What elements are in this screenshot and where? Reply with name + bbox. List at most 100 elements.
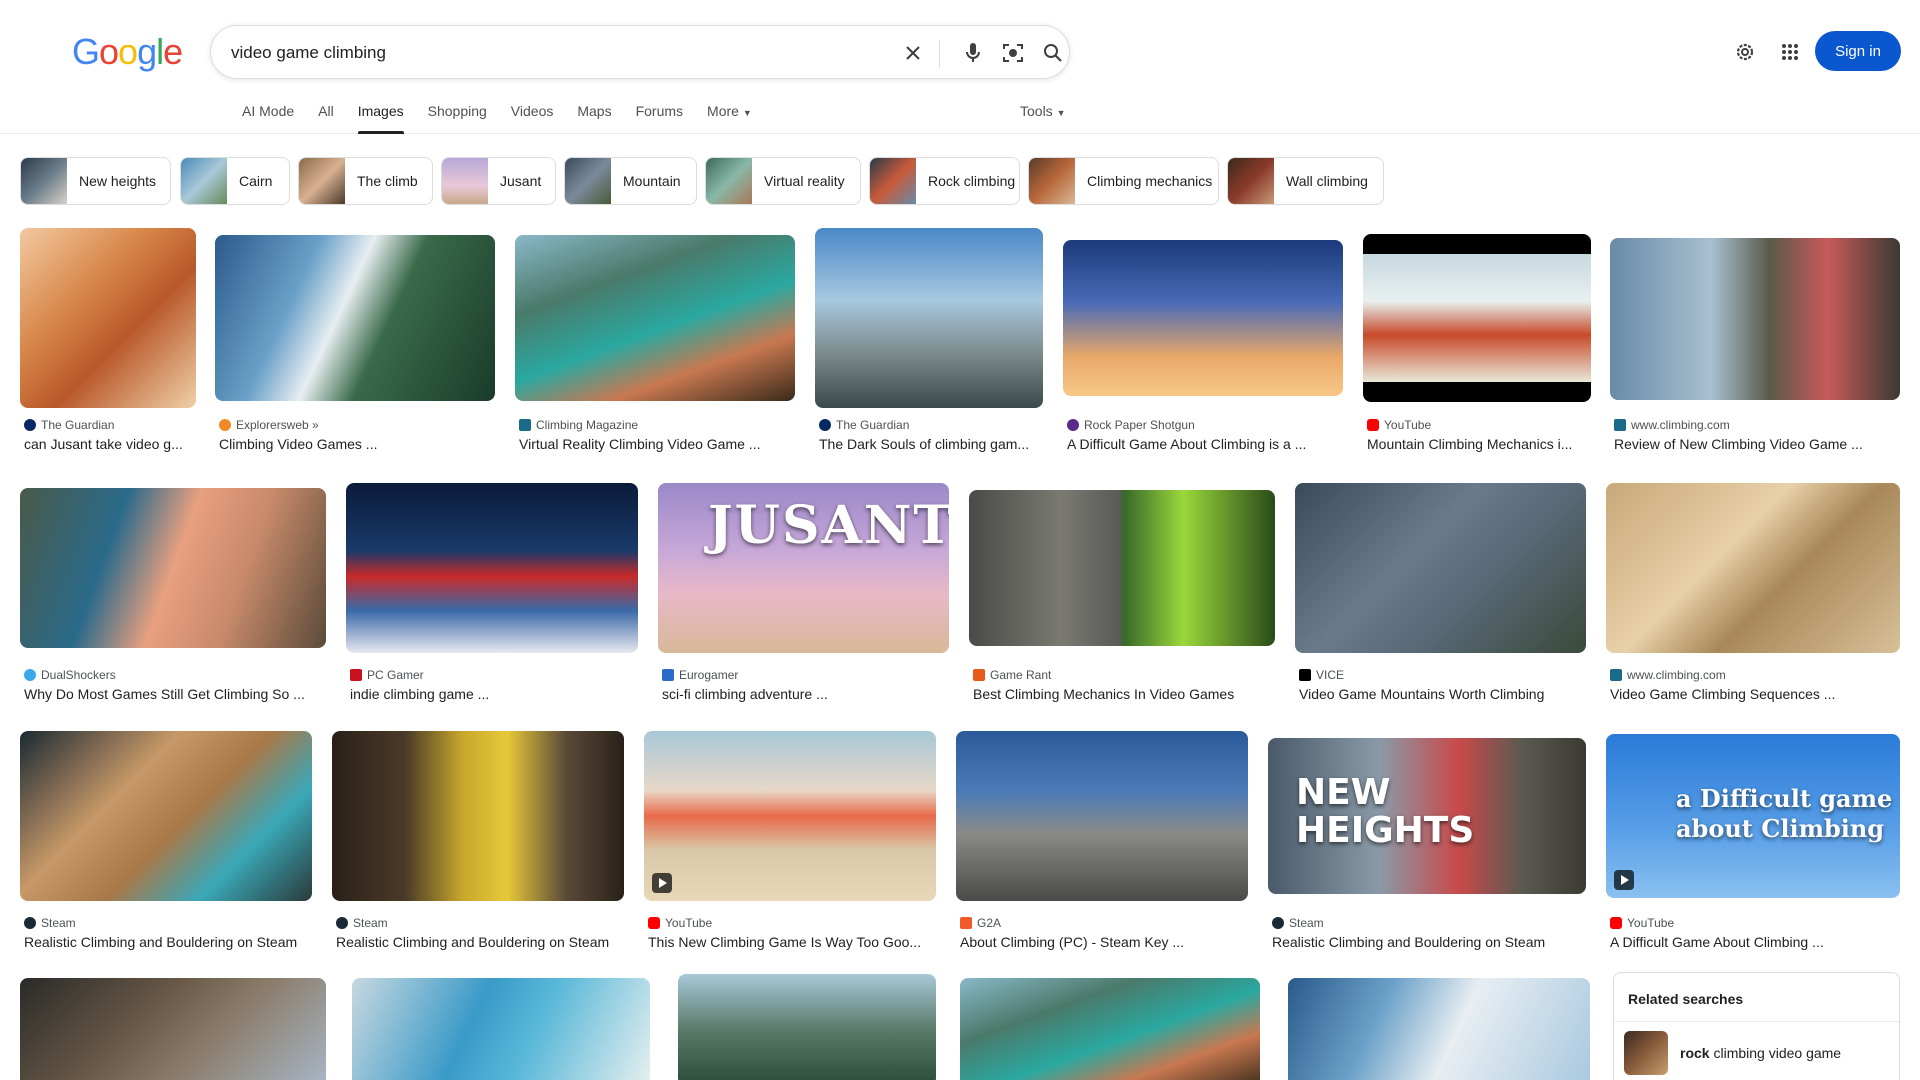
- image-result[interactable]: NEW HEIGHTS Steam Realistic Climbing and…: [1268, 726, 1586, 956]
- result-title[interactable]: Review of New Climbing Video Game ...: [1614, 436, 1900, 452]
- chip-the-climb[interactable]: The climb: [298, 157, 433, 205]
- image-result[interactable]: YouTube Mountain Climbing Mechanics i...: [1363, 228, 1591, 458]
- image-result[interactable]: VICE Video Game Mountains Worth Climbing: [1295, 478, 1586, 708]
- image-result[interactable]: Game Rant Best Climbing Mechanics In Vid…: [969, 478, 1275, 708]
- image-result[interactable]: Steam Realistic Climbing and Bouldering …: [332, 726, 624, 956]
- result-source[interactable]: Explorersweb »: [219, 418, 319, 432]
- result-source[interactable]: DualShockers: [24, 668, 116, 682]
- image-result[interactable]: Climbing Magazine Virtual Reality Climbi…: [515, 228, 795, 458]
- result-title[interactable]: can Jusant take video g...: [24, 436, 196, 452]
- result-source[interactable]: Steam: [336, 916, 388, 930]
- settings-gear-icon[interactable]: [1727, 34, 1763, 70]
- image-result[interactable]: Explorersweb » Climbing Video Games ...: [215, 228, 495, 458]
- clear-icon[interactable]: [899, 39, 927, 67]
- google-logo[interactable]: Google: [72, 31, 183, 73]
- image-result[interactable]: The Guardian The Dark Souls of climbing …: [815, 228, 1043, 458]
- tools-button[interactable]: Tools ▼: [1020, 103, 1066, 119]
- result-title[interactable]: Realistic Climbing and Bouldering on Ste…: [1272, 934, 1586, 950]
- result-source[interactable]: PC Gamer: [350, 668, 424, 682]
- result-image[interactable]: [969, 490, 1275, 646]
- image-result[interactable]: [352, 976, 650, 1080]
- result-source[interactable]: www.climbing.com: [1614, 418, 1730, 432]
- result-image[interactable]: NEW HEIGHTS: [1268, 738, 1586, 894]
- result-title[interactable]: The Dark Souls of climbing gam...: [819, 436, 1043, 452]
- result-source[interactable]: Game Rant: [973, 668, 1051, 682]
- result-image[interactable]: [1288, 978, 1590, 1080]
- image-result[interactable]: www.climbing.com Review of New Climbing …: [1610, 228, 1900, 458]
- result-source[interactable]: Climbing Magazine: [519, 418, 638, 432]
- image-result[interactable]: [678, 974, 936, 1080]
- chip-climbing-mechanics[interactable]: Climbing mechanics: [1028, 157, 1219, 205]
- result-source[interactable]: Steam: [1272, 916, 1324, 930]
- chip-wall-climbing[interactable]: Wall climbing: [1227, 157, 1384, 205]
- tab-maps[interactable]: Maps: [565, 98, 623, 134]
- result-source[interactable]: Steam: [24, 916, 76, 930]
- search-input[interactable]: [231, 40, 881, 66]
- sign-in-button[interactable]: Sign in: [1815, 31, 1901, 71]
- tab-images[interactable]: Images: [346, 98, 416, 134]
- result-image[interactable]: [1606, 483, 1900, 653]
- result-image[interactable]: [1363, 234, 1591, 402]
- result-title[interactable]: Virtual Reality Climbing Video Game ...: [519, 436, 795, 452]
- chip-jusant[interactable]: Jusant: [441, 157, 556, 205]
- chip-virtual-reality[interactable]: Virtual reality: [705, 157, 861, 205]
- result-image[interactable]: [960, 978, 1260, 1080]
- tab-shopping[interactable]: Shopping: [416, 98, 499, 134]
- result-source[interactable]: Eurogamer: [662, 668, 738, 682]
- result-source[interactable]: YouTube: [1367, 418, 1431, 432]
- result-source[interactable]: The Guardian: [24, 418, 114, 432]
- result-image[interactable]: [215, 235, 495, 401]
- tab-all[interactable]: All: [306, 98, 346, 134]
- camera-lens-icon[interactable]: [999, 39, 1027, 67]
- result-title[interactable]: indie climbing game ...: [350, 686, 638, 702]
- image-result[interactable]: JUSANT Eurogamer sci-fi climbing adventu…: [658, 478, 949, 708]
- result-image[interactable]: [515, 235, 795, 401]
- result-title[interactable]: Mountain Climbing Mechanics i...: [1367, 436, 1591, 452]
- tab-videos[interactable]: Videos: [499, 98, 566, 134]
- image-result[interactable]: YouTube This New Climbing Game Is Way To…: [644, 726, 936, 956]
- result-image[interactable]: [644, 731, 936, 901]
- result-title[interactable]: This New Climbing Game Is Way Too Goo...: [648, 934, 936, 950]
- result-image[interactable]: [346, 483, 638, 653]
- result-title[interactable]: A Difficult Game About Climbing is a ...: [1067, 436, 1343, 452]
- image-result[interactable]: [960, 976, 1260, 1080]
- image-result[interactable]: DualShockers Why Do Most Games Still Get…: [20, 478, 326, 708]
- result-source[interactable]: VICE: [1299, 668, 1344, 682]
- related-search-item[interactable]: rock climbing video game: [1624, 1031, 1841, 1075]
- image-result[interactable]: G2A About Climbing (PC) - Steam Key ...: [956, 726, 1248, 956]
- result-image[interactable]: [678, 974, 936, 1080]
- image-result[interactable]: Steam Realistic Climbing and Bouldering …: [20, 726, 312, 956]
- result-image[interactable]: [815, 228, 1043, 408]
- result-title[interactable]: Why Do Most Games Still Get Climbing So …: [24, 686, 326, 702]
- chip-new-heights[interactable]: New heights: [20, 157, 171, 205]
- image-result[interactable]: [20, 976, 326, 1080]
- result-image[interactable]: [1063, 240, 1343, 396]
- chip-mountain[interactable]: Mountain: [564, 157, 697, 205]
- result-title[interactable]: A Difficult Game About Climbing ...: [1610, 934, 1900, 950]
- image-result[interactable]: www.climbing.com Video Game Climbing Seq…: [1606, 478, 1900, 708]
- result-source[interactable]: www.climbing.com: [1610, 668, 1726, 682]
- search-icon[interactable]: [1039, 39, 1067, 67]
- result-image[interactable]: [352, 978, 650, 1080]
- result-image[interactable]: [20, 488, 326, 648]
- result-title[interactable]: Realistic Climbing and Bouldering on Ste…: [24, 934, 312, 950]
- result-image[interactable]: [1295, 483, 1586, 653]
- result-title[interactable]: sci-fi climbing adventure ...: [662, 686, 949, 702]
- tab-forums[interactable]: Forums: [624, 98, 695, 134]
- result-title[interactable]: About Climbing (PC) - Steam Key ...: [960, 934, 1248, 950]
- microphone-icon[interactable]: [959, 39, 987, 67]
- image-result[interactable]: Rock Paper Shotgun A Difficult Game Abou…: [1063, 228, 1343, 458]
- chip-rock-climbing[interactable]: Rock climbing: [869, 157, 1020, 205]
- result-image[interactable]: JUSANT: [658, 483, 949, 653]
- result-image[interactable]: [1610, 238, 1900, 400]
- result-title[interactable]: Climbing Video Games ...: [219, 436, 495, 452]
- image-result[interactable]: a Difficult game about Climbing YouTube …: [1606, 726, 1900, 956]
- result-image[interactable]: [332, 731, 624, 901]
- apps-grid-icon[interactable]: [1772, 34, 1808, 70]
- result-image[interactable]: [20, 978, 326, 1080]
- tab-more[interactable]: More ▼: [695, 98, 764, 134]
- tab-ai-mode[interactable]: AI Mode: [230, 98, 306, 134]
- result-source[interactable]: YouTube: [648, 916, 712, 930]
- result-source[interactable]: Rock Paper Shotgun: [1067, 418, 1195, 432]
- chip-cairn[interactable]: Cairn: [180, 157, 290, 205]
